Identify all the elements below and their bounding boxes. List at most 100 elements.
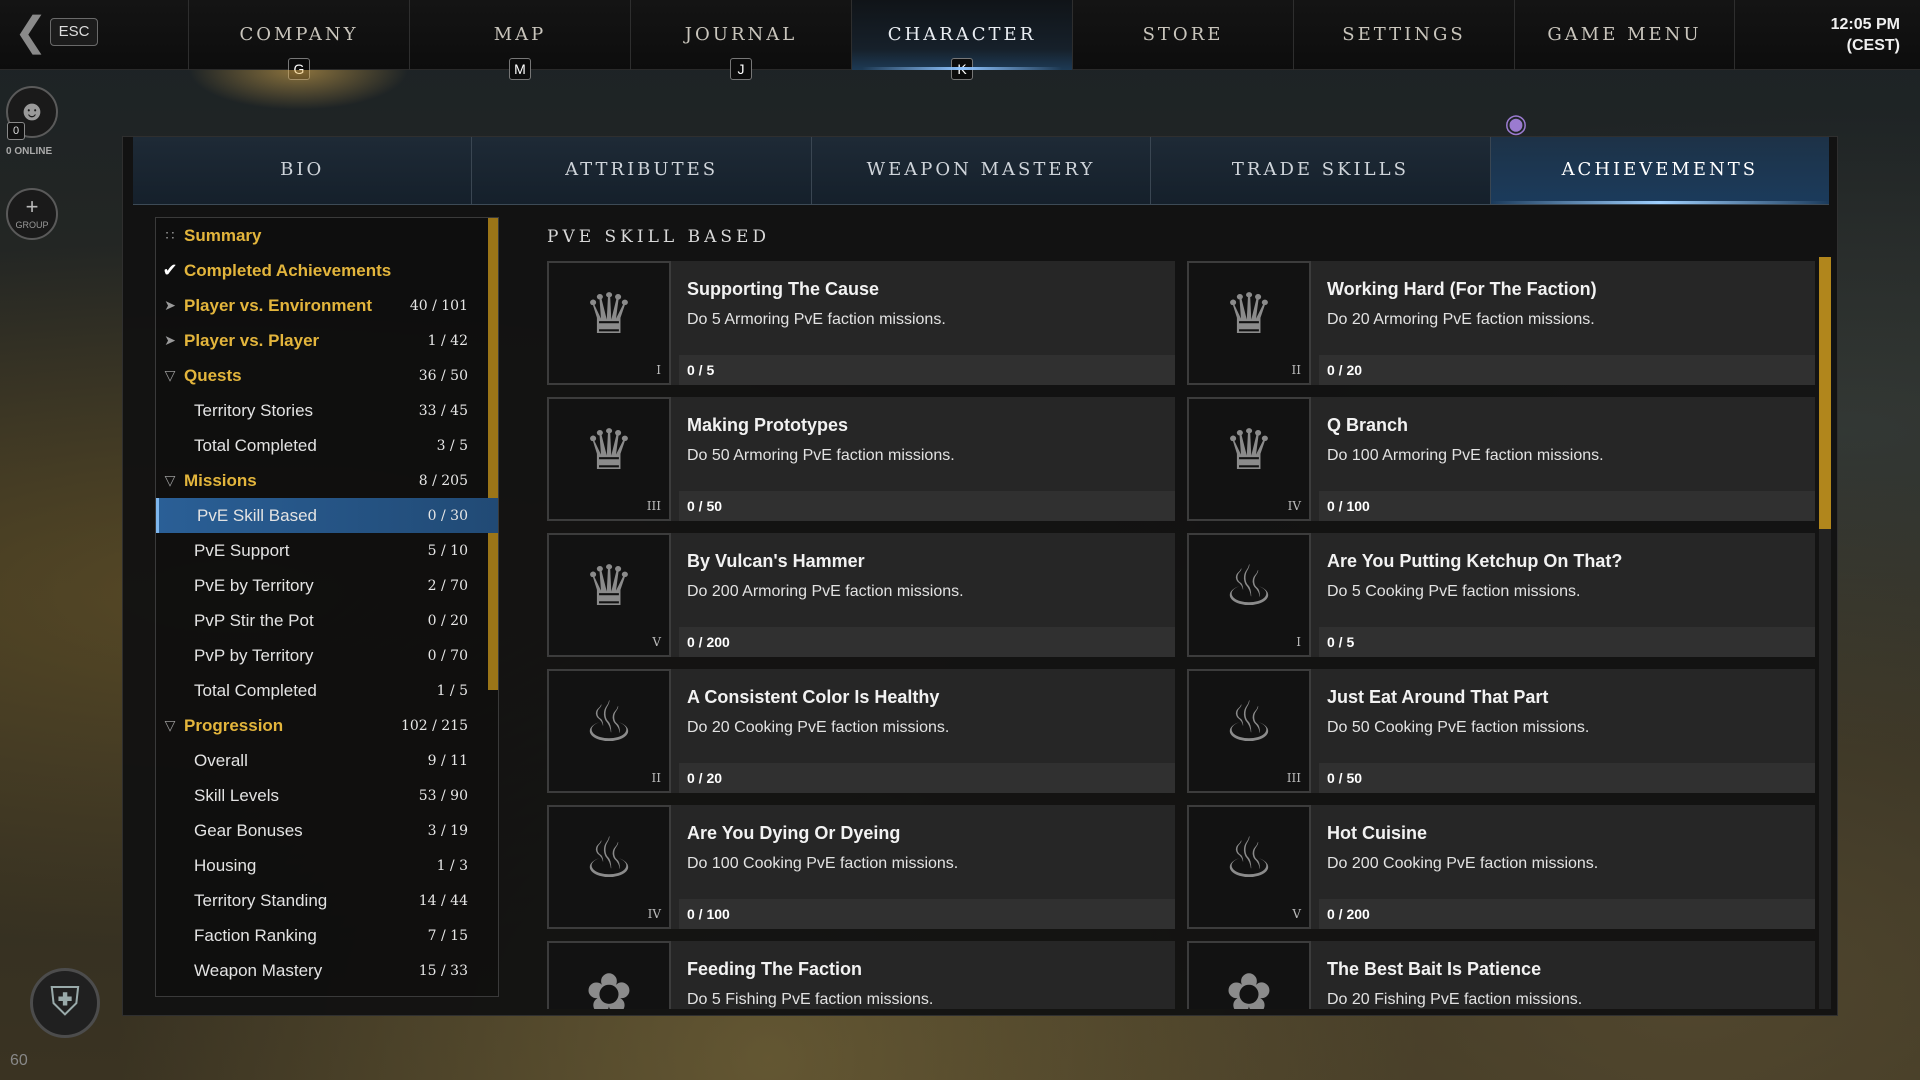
tab-bio[interactable]: BIO: [133, 137, 473, 204]
progress-bar: [679, 763, 1175, 793]
collapse-arrow-icon: ▽: [164, 472, 176, 488]
achievement-icon-box: ♛ V: [547, 533, 671, 657]
achievement-card[interactable]: ♛ V By Vulcan's Hammer Do 200 Armoring PvE …: [547, 533, 1175, 657]
achievement-card[interactable]: ♨ III Just Eat Around That Part Do 50 Cooki…: [1187, 669, 1815, 793]
sidebar-item[interactable]: Housing 1 / 3: [156, 848, 498, 883]
achievement-icon-box: ♨ I: [1187, 533, 1311, 657]
nav-store[interactable]: STORE: [1072, 0, 1293, 70]
sidebar-item[interactable]: PvE Support 5 / 10: [156, 533, 498, 568]
sidebar-item[interactable]: PvE Skill Based 0 / 30: [156, 498, 498, 533]
group-button[interactable]: + GROUP: [6, 188, 58, 240]
sidebar-item-count: 2 / 70: [427, 577, 468, 594]
achievement-description: Do 200 Armoring PvE faction missions.: [687, 583, 964, 600]
faction-shield-button[interactable]: ⛨: [30, 968, 100, 1038]
achievements-sidebar: ∷ Summary ✔ Completed Achievements ➤ Player v…: [155, 217, 499, 997]
sidebar-item[interactable]: Faction Ranking 7 / 15: [156, 918, 498, 953]
nav-journal[interactable]: JOURNAL J: [630, 0, 851, 80]
content-scrollbar[interactable]: [1819, 257, 1831, 529]
expand-arrow-icon: ➤: [164, 297, 176, 313]
achievement-icon-box: ✿: [547, 941, 671, 1009]
achievement-description: Do 200 Cooking PvE faction missions.: [1327, 855, 1599, 872]
sidebar-item[interactable]: Skill Levels 53 / 90: [156, 778, 498, 813]
achievement-icon-box: ✿: [1187, 941, 1311, 1009]
achievement-card[interactable]: ♛ IV Q Branch Do 100 Armoring PvE faction m…: [1187, 397, 1815, 521]
tier-numeral: I: [656, 363, 661, 377]
sidebar-item-label: Territory Standing: [194, 890, 328, 910]
nav-company[interactable]: COMPANY G: [188, 0, 409, 80]
tier-numeral: IV: [647, 907, 661, 921]
achievement-name: Are You Dying Or Dyeing: [687, 823, 901, 843]
check-icon: ✔: [162, 260, 178, 280]
sidebar-item[interactable]: PvP by Territory 0 / 70: [156, 638, 498, 673]
nav-label: CHARACTER: [887, 24, 1037, 45]
fishing-icon: ✿: [585, 962, 633, 1009]
sidebar-item[interactable]: PvE by Territory 2 / 70: [156, 568, 498, 603]
sidebar-item[interactable]: ▽ Quests 36 / 50: [156, 358, 498, 393]
sidebar-item[interactable]: ▽ Missions 8 / 205: [156, 463, 498, 498]
sidebar-item-count: 1 / 5: [436, 682, 468, 699]
nav-label: SETTINGS: [1342, 24, 1466, 45]
achievement-card[interactable]: ♨ IV Are You Dying Or Dyeing Do 100 Cooking…: [547, 805, 1175, 929]
achievement-card[interactable]: ✿ Feeding The Faction Do 5 Fishing PvE fac…: [547, 941, 1175, 1009]
sidebar-item-label: Quests: [184, 365, 242, 385]
tier-numeral: II: [1291, 363, 1301, 377]
tab-achievements[interactable]: ACHIEVEMENTS: [1490, 137, 1830, 204]
tab-attributes[interactable]: ATTRIBUTES: [472, 137, 812, 204]
achievement-name: Feeding The Faction: [687, 959, 863, 979]
achievement-description: Do 20 Fishing PvE faction missions.: [1327, 991, 1583, 1008]
achievement-card[interactable]: ♨ I Are You Putting Ketchup On That? Do 5 C…: [1187, 533, 1815, 657]
sidebar-item[interactable]: Overall 9 / 11: [156, 743, 498, 778]
nav-settings[interactable]: SETTINGS: [1293, 0, 1514, 70]
tab-trade-skills[interactable]: TRADE SKILLS: [1151, 137, 1491, 204]
progress-text: 0 / 20: [687, 770, 723, 786]
sidebar-item-label: Player vs. Environment: [184, 295, 373, 315]
achievement-description: Do 5 Cooking PvE faction missions.: [1327, 583, 1581, 600]
online-count-badge: 0: [7, 122, 25, 140]
tab-weapon-mastery[interactable]: WEAPON MASTERY: [812, 137, 1152, 204]
plus-icon: +: [25, 194, 39, 219]
achievement-name: A Consistent Color Is Healthy: [687, 687, 940, 707]
progress-bar: [1319, 899, 1815, 929]
nav-character[interactable]: CHARACTER K: [851, 0, 1072, 80]
achievement-description: Do 5 Fishing PvE faction missions.: [687, 991, 934, 1008]
sidebar-item[interactable]: PvP Stir the Pot 0 / 20: [156, 603, 498, 638]
achievement-card[interactable]: ♛ I Supporting The Cause Do 5 Armoring PvE …: [547, 261, 1175, 385]
progress-bar: [679, 355, 1175, 385]
sidebar-item-count: 36 / 50: [418, 367, 468, 384]
achievement-name: Making Prototypes: [687, 415, 849, 435]
sidebar-item[interactable]: Weapon Mastery 15 / 33: [156, 953, 498, 988]
nav-label: GAME MENU: [1547, 24, 1702, 45]
sidebar-item[interactable]: ➤ Player vs. Player 1 / 42: [156, 323, 498, 358]
progress-text: 0 / 5: [687, 362, 715, 378]
sidebar-item-label: Summary: [184, 225, 262, 245]
sidebar-item[interactable]: ∷ Summary: [156, 218, 498, 253]
sidebar-item-label: Gear Bonuses: [194, 820, 303, 840]
achievement-icon-box: ♨ IV: [547, 805, 671, 929]
sidebar-item[interactable]: Total Completed 3 / 5: [156, 428, 498, 463]
sidebar-item[interactable]: Territory Standing 14 / 44: [156, 883, 498, 918]
nav-map[interactable]: MAP M: [409, 0, 630, 80]
character-subtabs: BIO ATTRIBUTES WEAPON MASTERY TRADE SKILLS A…: [133, 137, 1830, 205]
achievement-card[interactable]: ♨ II A Consistent Color Is Healthy Do 20 Co…: [547, 669, 1175, 793]
sidebar-item[interactable]: ➤ Player vs. Environment 40 / 101: [156, 288, 498, 323]
esc-key-button[interactable]: ESC: [50, 18, 98, 46]
sidebar-item[interactable]: Territory Stories 33 / 45: [156, 393, 498, 428]
nav-game-menu[interactable]: GAME MENU: [1514, 0, 1735, 70]
sidebar-item-label: Overall: [194, 750, 248, 770]
back-arrow-icon[interactable]: ❮: [14, 12, 48, 52]
achievement-card[interactable]: ✿ The Best Bait Is Patience Do 20 Fishing …: [1187, 941, 1815, 1009]
achievement-card[interactable]: ♛ III Making Prototypes Do 50 Armoring PvE …: [547, 397, 1175, 521]
online-label: 0 ONLINE: [6, 146, 53, 157]
achievement-card[interactable]: ♛ II Working Hard (For The Faction) Do 20 A…: [1187, 261, 1815, 385]
cooking-icon: ♨: [583, 690, 635, 753]
main-nav: COMPANY G MAP M JOURNAL J CHARACTER K STORE SETTI…: [188, 0, 1735, 80]
tier-numeral: I: [1296, 635, 1301, 649]
level-badge: 60: [10, 1052, 28, 1069]
sidebar-item[interactable]: Total Completed 1 / 5: [156, 673, 498, 708]
sidebar-item[interactable]: ✔ Completed Achievements: [156, 253, 498, 288]
sidebar-item[interactable]: ▽ Progression 102 / 215: [156, 708, 498, 743]
sidebar-item[interactable]: Gear Bonuses 3 / 19: [156, 813, 498, 848]
achievement-card[interactable]: ♨ V Hot Cuisine Do 200 Cooking PvE faction …: [1187, 805, 1815, 929]
hotkey-badge: J: [730, 58, 752, 80]
hotkey-badge: M: [509, 58, 531, 80]
